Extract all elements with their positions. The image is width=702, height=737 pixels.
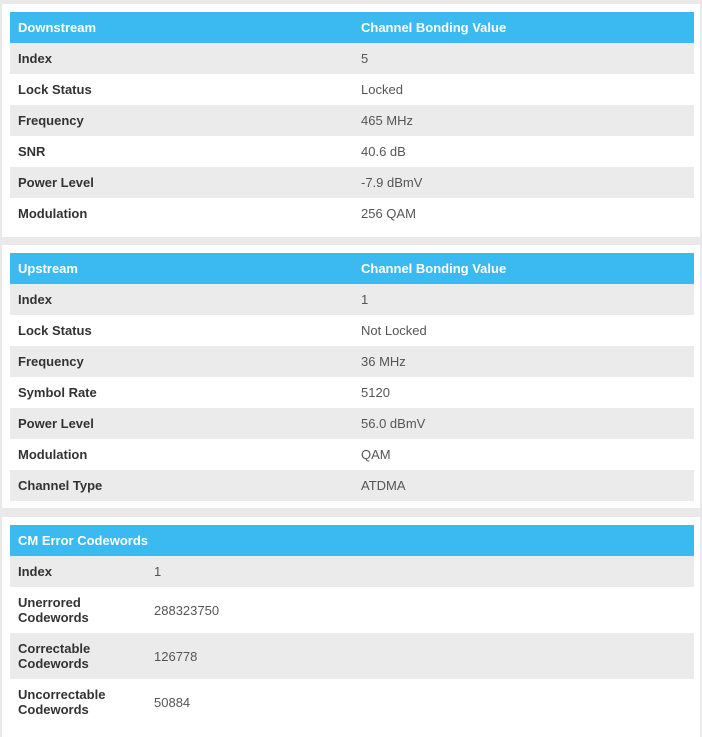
row-value: ATDMA [361, 478, 406, 493]
row-label: Modulation [18, 206, 88, 221]
row-value: 56.0 dBmV [361, 416, 426, 431]
row-label: Frequency [18, 113, 84, 128]
row-value: 36 MHz [361, 354, 406, 369]
cm-errors-row-index: Index 1 [10, 556, 694, 587]
upstream-row-power-level: Power Level 56.0 dBmV [10, 408, 694, 439]
upstream-row-frequency: Frequency 36 MHz [10, 346, 694, 377]
downstream-row-modulation: Modulation 256 QAM [10, 198, 694, 229]
row-label-line1: Unerrored [18, 595, 81, 610]
upstream-header-value: Channel Bonding Value [353, 253, 694, 284]
row-value: 288323750 [154, 602, 220, 618]
upstream-row-index: Index 1 [10, 284, 694, 315]
row-label: Channel Type [18, 478, 103, 493]
upstream-row-lock-status: Lock Status Not Locked [10, 315, 694, 346]
upstream-panel: Upstream Channel Bonding Value Index 1 L… [2, 245, 700, 508]
downstream-row-snr: SNR 40.6 dB [10, 136, 694, 167]
row-value: 50884 [154, 694, 191, 710]
row-value: 40.6 dB [361, 144, 406, 159]
downstream-row-index: Index 5 [10, 43, 694, 74]
row-label: Index [10, 556, 146, 587]
row-label: Lock Status [18, 323, 92, 338]
row-label: Frequency [18, 354, 84, 369]
row-value: 126778 [154, 648, 198, 664]
downstream-header-row: Downstream Channel Bonding Value [10, 12, 694, 43]
upstream-row-modulation: Modulation QAM [10, 439, 694, 470]
cm-errors-row-uncorrectable: Uncorrectable Codewords 50884 [10, 679, 694, 725]
row-label: Index [18, 51, 52, 66]
row-label: Symbol Rate [18, 385, 97, 400]
row-label: Power Level [18, 416, 94, 431]
upstream-table: Upstream Channel Bonding Value Index 1 L… [10, 253, 694, 501]
row-value: 256 QAM [361, 206, 416, 221]
row-label: Correctable Codewords [10, 633, 146, 679]
downstream-row-lock-status: Lock Status Locked [10, 74, 694, 105]
row-label: SNR [18, 144, 46, 159]
cm-errors-header-row: CM Error Codewords [10, 525, 694, 556]
cm-errors-header-label: CM Error Codewords [10, 525, 694, 556]
row-value: 1 [361, 292, 369, 307]
row-value: 465 MHz [361, 113, 414, 128]
upstream-header-row: Upstream Channel Bonding Value [10, 253, 694, 284]
row-value: Not Locked [361, 323, 427, 338]
downstream-header-label: Downstream [10, 12, 353, 43]
row-value: 5120 [361, 385, 390, 400]
downstream-row-power-level: Power Level -7.9 dBmV [10, 167, 694, 198]
row-value: 5 [361, 51, 369, 66]
upstream-row-channel-type: Channel Type ATDMA [10, 470, 694, 501]
row-value: QAM [361, 447, 391, 462]
row-label: Index [18, 292, 52, 307]
upstream-row-symbol-rate: Symbol Rate 5120 [10, 377, 694, 408]
row-label-line1: Index [18, 564, 52, 579]
row-label-line1: Uncorrectable [18, 687, 106, 702]
downstream-row-frequency: Frequency 465 MHz [10, 105, 694, 136]
row-value: -7.9 dBmV [361, 175, 423, 190]
downstream-header-value: Channel Bonding Value [353, 12, 694, 43]
row-label: Uncorrectable Codewords [10, 679, 146, 725]
cm-errors-row-correctable: Correctable Codewords 126778 [10, 633, 694, 679]
row-label-line2: Codewords [18, 610, 89, 625]
row-value: Locked [361, 82, 403, 97]
row-label: Unerrored Codewords [10, 587, 146, 633]
downstream-panel: Downstream Channel Bonding Value Index 5… [2, 4, 700, 237]
row-label: Lock Status [18, 82, 92, 97]
cm-errors-row-unerrored: Unerrored Codewords 288323750 [10, 587, 694, 633]
row-label: Power Level [18, 175, 94, 190]
row-label-line1: Correctable [18, 641, 91, 656]
upstream-header-label: Upstream [10, 253, 353, 284]
row-label-line2: Codewords [18, 656, 89, 671]
downstream-table: Downstream Channel Bonding Value Index 5… [10, 12, 694, 229]
cm-error-codewords-table: CM Error Codewords Index 1 Unerrored Code… [10, 525, 694, 725]
row-label-line2: Codewords [18, 702, 89, 717]
row-label: Modulation [18, 447, 88, 462]
row-value: 1 [154, 564, 162, 579]
cm-error-codewords-panel: CM Error Codewords Index 1 Unerrored Code… [2, 517, 700, 737]
